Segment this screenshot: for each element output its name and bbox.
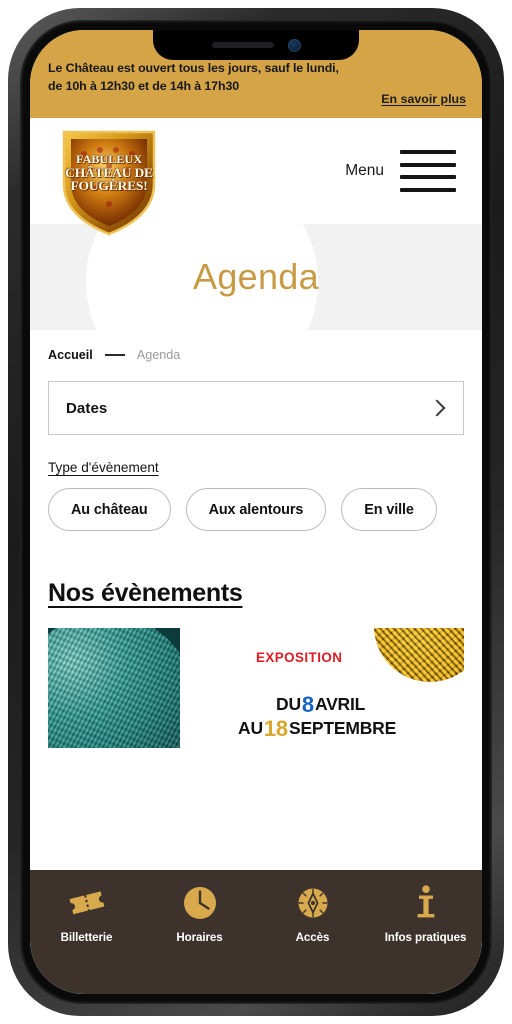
breadcrumb: Accueil Agenda: [30, 330, 482, 372]
logo-line-3: FOUGÈRES!: [70, 178, 148, 194]
chevron-right-icon: [428, 399, 446, 417]
chip-en-ville[interactable]: En ville: [341, 488, 437, 531]
gold-texture-decoration: [374, 628, 464, 682]
nav-label-infos-pratiques: Infos pratiques: [384, 931, 467, 944]
dates-filter-dropdown[interactable]: Dates: [48, 381, 464, 435]
compass-icon: [294, 884, 332, 922]
chip-aux-alentours[interactable]: Aux alentours: [185, 488, 327, 531]
clock-icon: [181, 884, 219, 922]
nav-item-billetterie[interactable]: Billetterie: [30, 884, 143, 945]
date-prefix-au: AU: [238, 718, 263, 738]
bottom-navigation-bar: Billetterie Horaires Accès Infos pratiqu…: [30, 870, 482, 994]
hamburger-menu-icon[interactable]: [400, 150, 456, 192]
learn-more-link[interactable]: En savoir plus: [381, 92, 466, 106]
nav-label-billetterie: Billetterie: [60, 931, 113, 944]
menu-button[interactable]: Menu: [345, 150, 456, 192]
site-header: FABULEUX CHÂTEAU DE FOUGÈRES! Menu: [30, 118, 482, 236]
event-type-chip-group: Au château Aux alentours En ville: [48, 488, 464, 531]
phone-screen: Le Château est ouvert tous les jours, sa…: [30, 30, 482, 994]
event-card-info: EXPOSITION DU8AVRIL AU18SEPTEMBRE: [180, 628, 464, 748]
date-month-avril: AVRIL: [314, 694, 366, 714]
event-type-filter-title: Type d'évènement: [48, 460, 159, 475]
front-camera-icon: [287, 38, 301, 52]
nav-item-horaires[interactable]: Horaires: [143, 884, 256, 945]
date-day-8: 8: [301, 692, 314, 717]
event-card[interactable]: EXPOSITION DU8AVRIL AU18SEPTEMBRE: [48, 628, 464, 748]
event-card-kicker: EXPOSITION: [256, 650, 343, 665]
earpiece-speaker-icon: [211, 42, 274, 48]
breadcrumb-separator-icon: [104, 354, 125, 356]
breadcrumb-current: Agenda: [136, 348, 181, 362]
logo-wordmark: FABULEUX CHÂTEAU DE FOUGÈRES!: [54, 153, 164, 193]
device-notch: [153, 30, 359, 60]
dates-filter-label: Dates: [66, 399, 108, 417]
event-card-date-start: DU8AVRIL: [276, 692, 365, 718]
event-card-date-end: AU18SEPTEMBRE: [238, 716, 396, 742]
app-viewport: Le Château est ouvert tous les jours, sa…: [30, 30, 482, 994]
logo-line-1: FABULEUX: [75, 152, 143, 166]
sculpture-sphere-graphic: [48, 628, 180, 748]
page-title: Agenda: [193, 256, 319, 297]
event-card-image: [48, 628, 180, 748]
nav-label-horaires: Horaires: [176, 931, 223, 944]
opening-hours-text: Le Château est ouvert tous les jours, sa…: [48, 61, 339, 93]
date-prefix-du: DU: [276, 694, 301, 714]
nav-item-acces[interactable]: Accès: [256, 884, 369, 945]
date-day-18: 18: [263, 716, 288, 741]
page-hero: Agenda: [30, 224, 482, 330]
phone-device-frame: Le Château est ouvert tous les jours, sa…: [8, 8, 504, 1016]
ticket-icon: [68, 884, 106, 922]
nav-item-infos-pratiques[interactable]: Infos pratiques: [369, 884, 482, 945]
site-logo[interactable]: FABULEUX CHÂTEAU DE FOUGÈRES!: [56, 124, 162, 236]
menu-label: Menu: [345, 162, 384, 179]
nav-label-acces: Accès: [295, 931, 330, 944]
breadcrumb-home-link[interactable]: Accueil: [48, 348, 93, 362]
date-month-septembre: SEPTEMBRE: [288, 718, 397, 738]
events-section-title: Nos évènements: [48, 579, 243, 607]
info-icon: [407, 884, 445, 922]
chip-au-chateau[interactable]: Au château: [48, 488, 171, 531]
